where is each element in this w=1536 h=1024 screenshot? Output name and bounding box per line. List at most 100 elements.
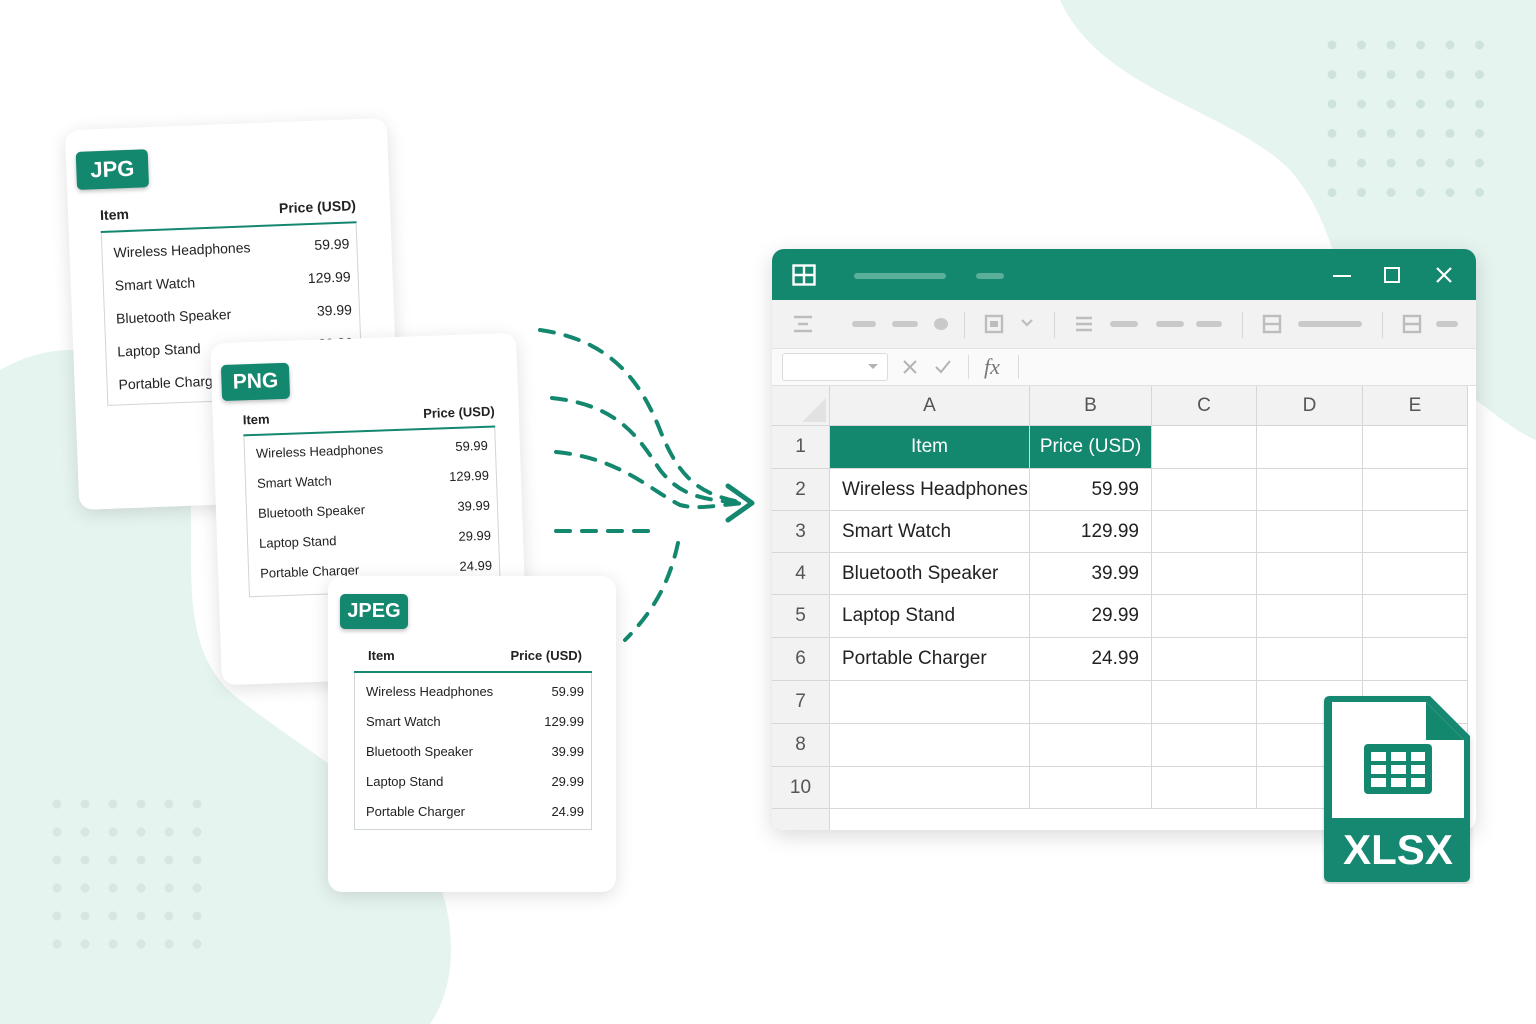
- grid-app-icon[interactable]: [792, 264, 816, 286]
- jpeg-image-card: JPEG Item Price (USD) Wireless Headphone…: [328, 576, 616, 892]
- toolbar-control[interactable]: [1110, 321, 1138, 327]
- cell[interactable]: [1363, 469, 1468, 511]
- row-header[interactable]: 8: [772, 724, 830, 767]
- cell[interactable]: [1030, 767, 1152, 809]
- toolbar-control[interactable]: [1196, 321, 1222, 327]
- row-header[interactable]: 7: [772, 681, 830, 724]
- select-all-corner[interactable]: [772, 386, 830, 426]
- cell-price[interactable]: 129.99: [1030, 511, 1152, 553]
- decorative-dot: [1386, 129, 1396, 138]
- fill-color-icon[interactable]: [934, 318, 948, 330]
- table-header: Item Price (USD): [243, 404, 495, 428]
- window-titlebar: [772, 249, 1476, 300]
- cell[interactable]: [1030, 724, 1152, 767]
- cell[interactable]: [1257, 511, 1363, 553]
- confirm-check-icon[interactable]: [934, 359, 952, 375]
- cell[interactable]: [1257, 426, 1363, 469]
- cell[interactable]: [1030, 681, 1152, 724]
- cell[interactable]: [1363, 595, 1468, 638]
- cell[interactable]: [1152, 469, 1257, 511]
- dropdown-arrow-icon[interactable]: [867, 363, 879, 371]
- cell-price[interactable]: 29.99: [1030, 595, 1152, 638]
- minimize-icon[interactable]: [1328, 261, 1356, 289]
- cell-price[interactable]: 39.99: [1030, 553, 1152, 595]
- list-icon[interactable]: [1074, 314, 1094, 334]
- decorative-dot: [1475, 129, 1484, 138]
- cell-b1-header[interactable]: Price (USD): [1030, 426, 1152, 469]
- decorative-dot: [1386, 99, 1396, 109]
- table-row: Portable Charger 24.99: [366, 804, 584, 819]
- decorative-dot: [1357, 70, 1366, 79]
- row-header[interactable]: 1: [772, 426, 830, 469]
- cell-item[interactable]: Smart Watch: [830, 511, 1030, 553]
- cell[interactable]: [1257, 638, 1363, 681]
- decorative-dot: [80, 799, 90, 809]
- align-icon[interactable]: [792, 314, 814, 334]
- maximize-icon[interactable]: [1378, 261, 1406, 289]
- column-header-e[interactable]: E: [1363, 386, 1468, 426]
- cell[interactable]: [1152, 724, 1257, 767]
- toolbar-control[interactable]: [1436, 321, 1458, 327]
- column-header-c[interactable]: C: [1152, 386, 1257, 426]
- cell[interactable]: [1257, 469, 1363, 511]
- cancel-x-icon[interactable]: [902, 359, 918, 375]
- cell[interactable]: [1363, 511, 1468, 553]
- column-header-a[interactable]: A: [830, 386, 1030, 426]
- row-header[interactable]: 10: [772, 767, 830, 809]
- decorative-dot: [1327, 129, 1337, 138]
- cell[interactable]: [830, 724, 1030, 767]
- cell[interactable]: [1152, 553, 1257, 595]
- toolbar-separator: [1054, 312, 1055, 338]
- toolbar-control[interactable]: [852, 321, 876, 327]
- cell[interactable]: [1152, 595, 1257, 638]
- cell-a1-header[interactable]: Item: [830, 426, 1030, 469]
- cell[interactable]: [830, 767, 1030, 809]
- cell[interactable]: [1363, 426, 1468, 469]
- merge-cells-icon[interactable]: [1262, 314, 1282, 334]
- toolbar-control[interactable]: [1298, 321, 1362, 327]
- column-header-d[interactable]: D: [1257, 386, 1363, 426]
- cell[interactable]: [1257, 553, 1363, 595]
- cell[interactable]: [1152, 681, 1257, 724]
- row-header[interactable]: 4: [772, 553, 830, 595]
- xlsx-label: XLSX: [1343, 826, 1453, 873]
- format-badge-png: PNG: [220, 362, 291, 402]
- format-cells-icon[interactable]: [1402, 314, 1422, 334]
- cell-item[interactable]: Bluetooth Speaker: [830, 553, 1030, 595]
- row-price: 24.99: [551, 804, 584, 819]
- toolbar-control[interactable]: [892, 321, 918, 327]
- row-header[interactable]: 3: [772, 511, 830, 553]
- row-header[interactable]: 5: [772, 595, 830, 638]
- column-header-b[interactable]: B: [1030, 386, 1152, 426]
- cell[interactable]: [1257, 595, 1363, 638]
- decorative-dot: [136, 827, 146, 837]
- cell-item[interactable]: Laptop Stand: [830, 595, 1030, 638]
- name-box[interactable]: [782, 353, 888, 381]
- decorative-dot: [80, 855, 90, 865]
- toolbar-separator: [1242, 312, 1243, 338]
- xlsx-file-icon: XLSX: [1324, 696, 1470, 882]
- cell[interactable]: [1152, 511, 1257, 553]
- cell-item[interactable]: Portable Charger: [830, 638, 1030, 681]
- chevron-down-icon[interactable]: [1020, 318, 1034, 328]
- insert-image-icon[interactable]: [984, 314, 1004, 334]
- cell[interactable]: [1152, 426, 1257, 469]
- cell-price[interactable]: 59.99: [1030, 469, 1152, 511]
- cell[interactable]: [1152, 767, 1257, 809]
- cell[interactable]: [1363, 638, 1468, 681]
- cell[interactable]: [1363, 553, 1468, 595]
- close-icon[interactable]: [1430, 261, 1458, 289]
- decorative-dot: [1445, 158, 1455, 168]
- cell[interactable]: [1152, 638, 1257, 681]
- dashed-path-3: [554, 450, 747, 510]
- decorative-dot: [1327, 40, 1337, 50]
- row-header[interactable]: 2: [772, 469, 830, 511]
- row-header[interactable]: 6: [772, 638, 830, 681]
- cell-price[interactable]: 24.99: [1030, 638, 1152, 681]
- row-price: 129.99: [307, 268, 351, 287]
- row-item: Smart Watch: [114, 274, 196, 294]
- toolbar-control[interactable]: [1156, 321, 1184, 327]
- table-row: Wireless Headphones 59.99: [366, 684, 584, 699]
- cell-item[interactable]: Wireless Headphones: [830, 469, 1030, 511]
- cell[interactable]: [830, 681, 1030, 724]
